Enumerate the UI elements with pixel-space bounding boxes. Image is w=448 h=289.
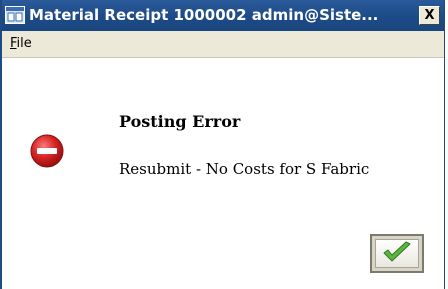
dialog-content: Posting Error Resubmit - No Costs for S … xyxy=(2,58,444,289)
ok-button[interactable] xyxy=(370,234,424,273)
app-window-icon xyxy=(5,6,25,24)
dialog-title: Posting Error xyxy=(119,112,241,131)
menu-item-file[interactable]: File xyxy=(10,36,32,51)
close-button[interactable]: X xyxy=(419,6,440,25)
dialog-window: Material Receipt 1000002 admin@Siste... … xyxy=(0,0,445,289)
error-stop-icon xyxy=(30,134,64,168)
checkmark-icon xyxy=(382,241,412,267)
menu-file-label: ile xyxy=(16,36,32,51)
dialog-message: Resubmit - No Costs for S Fabric xyxy=(119,160,370,178)
ok-button-face xyxy=(375,239,419,268)
title-bar[interactable]: Material Receipt 1000002 admin@Siste... … xyxy=(2,0,444,31)
menu-bar: File xyxy=(2,31,444,58)
window-title: Material Receipt 1000002 admin@Siste... xyxy=(29,6,379,24)
